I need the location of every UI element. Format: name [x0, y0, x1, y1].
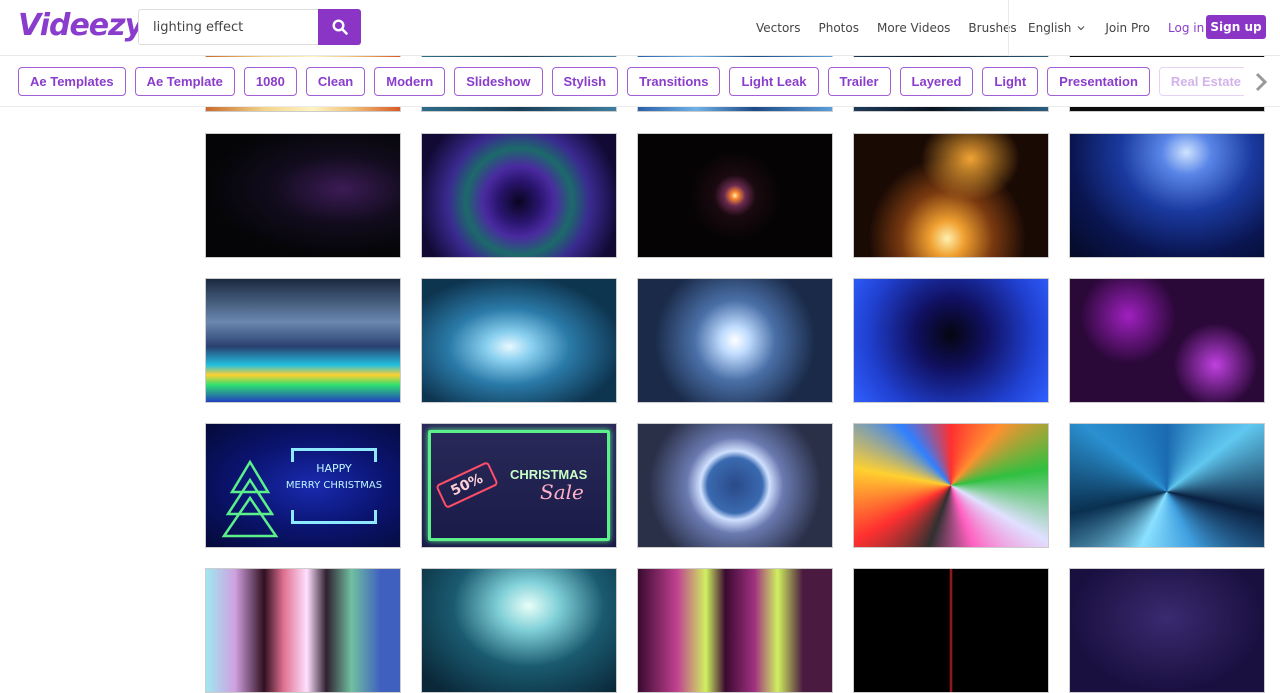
video-thumb[interactable]	[1069, 568, 1265, 693]
tag-presentation[interactable]: Presentation	[1047, 67, 1150, 96]
video-thumb[interactable]	[1069, 423, 1265, 548]
language-label: English	[1028, 21, 1072, 35]
tag-slideshow[interactable]: Slideshow	[454, 67, 543, 96]
tag-light-leak[interactable]: Light Leak	[729, 67, 819, 96]
language-select[interactable]: English	[1028, 21, 1087, 35]
tag-ae-template[interactable]: Ae Template	[134, 67, 235, 96]
tag-stylish[interactable]: Stylish	[551, 67, 619, 96]
nav-more-videos[interactable]: More Videos	[877, 21, 950, 35]
search-button[interactable]	[318, 9, 361, 45]
tag-light[interactable]: Light	[982, 67, 1039, 96]
tag-clean[interactable]: Clean	[305, 67, 366, 96]
tag-bar: Ae Templates Ae Template 1080 Clean Mode…	[0, 57, 1280, 107]
chevron-right-icon	[1255, 72, 1268, 91]
video-thumb[interactable]	[853, 423, 1049, 548]
videezy-logo[interactable]: Videezy	[18, 8, 144, 43]
video-thumb[interactable]	[421, 133, 617, 258]
thumb-text: HAPPY	[316, 462, 352, 475]
video-thumb[interactable]	[637, 423, 833, 548]
thumb-text: MERRY CHRISTMAS	[285, 480, 383, 491]
nav-vectors[interactable]: Vectors	[756, 21, 801, 35]
tag-trailer[interactable]: Trailer	[827, 67, 891, 96]
tag-real-estate[interactable]: Real Estate	[1158, 67, 1254, 96]
login-link[interactable]: Log in	[1168, 21, 1204, 35]
video-thumb[interactable]	[637, 133, 833, 258]
chevron-down-icon	[1077, 26, 1085, 31]
video-thumb[interactable]	[853, 568, 1049, 693]
join-pro-link[interactable]: Join Pro	[1105, 21, 1150, 35]
video-thumb[interactable]	[205, 133, 401, 258]
tag-transitions[interactable]: Transitions	[627, 67, 721, 96]
video-thumb[interactable]	[1069, 278, 1265, 403]
video-thumb[interactable]	[853, 278, 1049, 403]
video-thumb[interactable]	[421, 568, 617, 693]
tag-ae-templates[interactable]: Ae Templates	[18, 67, 126, 96]
search-input[interactable]	[138, 9, 319, 45]
tag-1080[interactable]: 1080	[243, 67, 297, 96]
nav-photos[interactable]: Photos	[819, 21, 859, 35]
user-nav: English Join Pro Log in	[1028, 0, 1222, 56]
tags-next-button[interactable]	[1244, 67, 1278, 96]
video-thumb[interactable]: 50% CHRISTMAS Sale	[421, 423, 617, 548]
thumb-text: Sale	[540, 480, 584, 504]
search-icon	[331, 19, 348, 35]
video-thumb[interactable]: HAPPY MERRY CHRISTMAS	[205, 423, 401, 548]
search-bar	[138, 9, 361, 45]
nav-divider	[1008, 0, 1009, 56]
tag-list: Ae Templates Ae Template 1080 Clean Mode…	[18, 67, 1254, 96]
tag-modern[interactable]: Modern	[374, 67, 446, 96]
top-header: Videezy Vectors Photos More Videos Brush…	[0, 0, 1280, 56]
video-thumb[interactable]	[205, 278, 401, 403]
video-thumb[interactable]	[421, 278, 617, 403]
video-thumb[interactable]	[637, 568, 833, 693]
signup-button[interactable]: Sign up	[1206, 15, 1266, 39]
video-thumb[interactable]	[205, 568, 401, 693]
tree-icon	[221, 459, 279, 538]
nav-links: Vectors Photos More Videos Brushes	[756, 0, 1035, 56]
tag-layered[interactable]: Layered	[899, 67, 974, 96]
video-thumb[interactable]	[853, 133, 1049, 258]
nav-brushes[interactable]: Brushes	[968, 21, 1016, 35]
video-thumb[interactable]	[637, 278, 833, 403]
video-thumb[interactable]	[1069, 133, 1265, 258]
